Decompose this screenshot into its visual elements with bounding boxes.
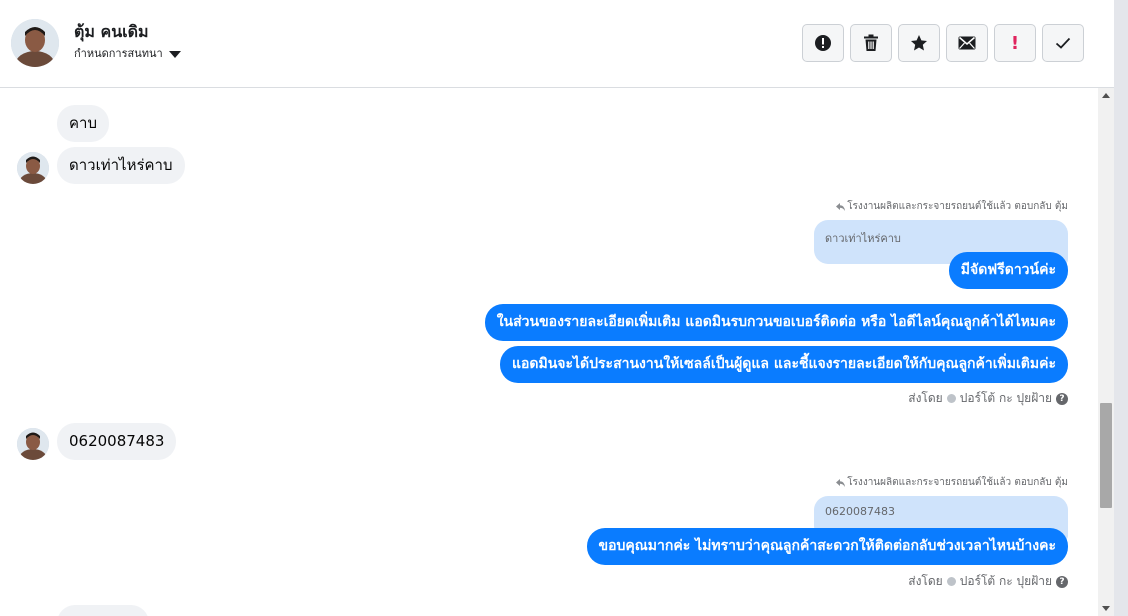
reply-arrow-icon — [836, 202, 846, 211]
mark-done-button[interactable] — [1042, 24, 1084, 62]
reply-context-text: โรงงานผลิตและกระจายรถยนต์ใช้แล้ว ตอบกลับ… — [847, 201, 1068, 212]
reply-context: โรงงานผลิตและกระจายรถยนต์ใช้แล้ว ตอบกลับ… — [836, 475, 1068, 490]
outgoing-message[interactable]: แอดมินจะได้ประสานงานให้เซลล์เป็นผู้ดูแล … — [499, 346, 1068, 383]
outgoing-message[interactable]: ในส่วนของรายละเอียดเพิ่มเติม แอดมินรบกวน… — [484, 304, 1068, 341]
caret-down-icon — [168, 50, 181, 58]
outgoing-message[interactable]: มีจัดฟรีดาวน์ค่ะ — [948, 252, 1068, 289]
spam-button[interactable] — [802, 24, 844, 62]
outgoing-message[interactable]: ขอบคุณมากค่ะ ไม่ทราบว่าคุณลูกค้าสะดวกให้… — [586, 528, 1068, 565]
message-thread[interactable]: คาบ ดาวเท่าไหร่คาบ โรงงานผลิตและกระจายรถ… — [0, 88, 1098, 616]
help-icon[interactable]: ? — [1056, 392, 1068, 405]
star-button[interactable] — [898, 24, 940, 62]
help-icon[interactable]: ? — [1056, 575, 1068, 588]
reply-context: โรงงานผลิตและกระจายรถยนต์ใช้แล้ว ตอบกลับ… — [836, 199, 1068, 214]
alert-circle-icon — [815, 35, 831, 51]
star-icon — [911, 35, 927, 51]
verified-dot-icon — [946, 577, 956, 586]
contact-avatar[interactable] — [11, 19, 59, 67]
scroll-down-button[interactable] — [1098, 600, 1114, 616]
reply-arrow-icon — [836, 478, 846, 487]
thread-scrollbar[interactable] — [1098, 88, 1114, 616]
checkmark-icon — [1055, 37, 1071, 49]
verified-dot-icon — [946, 394, 956, 403]
assign-conversation-label: กำหนดการสนทนา — [74, 47, 163, 60]
conversation-header: ตุ้ม คนเดิม กำหนดการสนทนา ! — [0, 0, 1114, 88]
scroll-up-icon — [1102, 93, 1110, 98]
conversation-toolbar: ! — [802, 24, 1084, 62]
mark-unread-button[interactable] — [946, 24, 988, 62]
messenger-app: ตุ้ม คนเดิม กำหนดการสนทนา ! คาบ ดาวเท่าไ… — [0, 0, 1114, 616]
contact-avatar-small — [17, 152, 49, 184]
sent-by-label: ส่งโดย — [908, 391, 943, 405]
sent-by-line: ส่งโดย ปอร์โต้ กะ ปุยฝ้าย ? — [908, 572, 1068, 591]
incoming-message[interactable]: ดาวเท่าไหร่คาบ — [57, 147, 185, 184]
sender-name: ปอร์โต้ กะ ปุยฝ้าย — [959, 391, 1052, 405]
sent-by-label: ส่งโดย — [908, 574, 943, 588]
contact-name[interactable]: ตุ้ม คนเดิม — [74, 20, 149, 45]
envelope-icon — [958, 36, 976, 50]
incoming-message[interactable]: 0620087483 — [57, 423, 177, 460]
reply-context-text: โรงงานผลิตและกระจายรถยนต์ใช้แล้ว ตอบกลับ… — [847, 477, 1068, 488]
sent-by-line: ส่งโดย ปอร์โต้ กะ ปุยฝ้าย ? — [908, 389, 1068, 408]
delete-button[interactable] — [850, 24, 892, 62]
sender-name: ปอร์โต้ กะ ปุยฝ้าย — [959, 574, 1052, 588]
scroll-down-icon — [1102, 606, 1110, 611]
incoming-message-partial[interactable] — [57, 605, 149, 616]
contact-avatar-small — [17, 428, 49, 460]
trash-icon — [864, 34, 878, 51]
assign-conversation-dropdown[interactable]: กำหนดการสนทนา — [74, 44, 181, 62]
follow-up-button[interactable]: ! — [994, 24, 1036, 62]
scroll-up-button[interactable] — [1098, 88, 1114, 104]
exclamation-icon: ! — [1010, 32, 1020, 54]
scrollbar-thumb[interactable] — [1100, 403, 1112, 508]
incoming-message[interactable]: คาบ — [57, 105, 109, 142]
